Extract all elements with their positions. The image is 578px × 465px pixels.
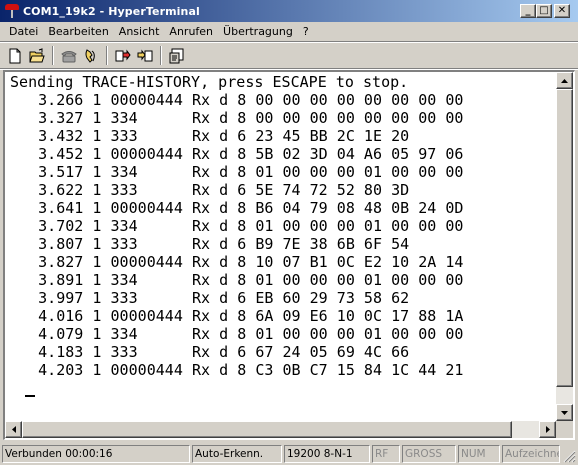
menu-ansicht[interactable]: Ansicht [113,24,164,40]
connect-button[interactable] [58,45,80,66]
terminal-line: 3.432 1 333 Rx d 6 23 45 BB 2C 1E 20 [20,127,410,145]
arrow-down-icon [561,410,568,415]
scroll-down-button[interactable] [556,404,573,421]
hyperterminal-app-icon[interactable] [4,3,20,19]
menu-bearbeiten[interactable]: Bearbeiten [42,24,112,40]
menu-help[interactable]: ? [297,24,313,40]
toolbar-separator [52,46,54,65]
status-num-lock: NUM [458,445,500,463]
scrollbar-corner [556,421,573,438]
new-document-icon [9,48,21,63]
receive-file-icon [137,49,153,61]
terminal-line: 4.203 1 00000444 Rx d 8 C3 0B C7 15 84 1… [20,361,464,379]
toolbar-separator [160,46,162,65]
menu-uebertragung[interactable]: Übertragung [217,24,297,40]
terminal-header-line: Sending TRACE-HISTORY, press ESCAPE to s… [10,73,409,91]
text-cursor [25,395,35,397]
window-title: COM1_19k2 - HyperTerminal [23,4,200,18]
terminal-line: 4.016 1 00000444 Rx d 8 6A 09 E6 10 0C 1… [20,307,464,325]
toolbar [0,43,578,69]
new-button[interactable] [4,45,26,66]
status-auto-detect: Auto-Erkenn. [192,445,282,463]
properties-icon [169,48,184,63]
terminal-line: 3.327 1 334 Rx d 8 00 00 00 00 00 00 00 … [20,109,464,127]
terminal-line: 3.997 1 333 Rx d 6 EB 60 29 73 58 62 [20,289,410,307]
terminal-line: 3.452 1 00000444 Rx d 8 5B 02 3D 04 A6 0… [20,145,464,163]
scroll-up-button[interactable] [556,72,573,89]
arrow-right-icon [545,426,550,433]
horizontal-scrollbar[interactable] [5,421,556,438]
status-capture: Aufzeichnen [502,445,560,463]
status-bar: Verbunden 00:00:16 Auto-Erkenn. 19200 8-… [0,443,578,465]
terminal-line: 3.266 1 00000444 Rx d 8 00 00 00 00 00 0… [20,91,464,109]
maximize-button[interactable]: □ [536,4,552,18]
scroll-right-button[interactable] [539,421,556,438]
send-file-button[interactable] [112,45,134,66]
resize-grip-icon[interactable] [562,449,576,463]
terminal-line: 4.079 1 334 Rx d 8 01 00 00 00 01 00 00 … [20,325,464,343]
terminal-line: 3.622 1 333 Rx d 6 5E 74 72 52 80 3D [20,181,410,199]
terminal-line: 3.702 1 334 Rx d 8 01 00 00 00 01 00 00 … [20,217,464,235]
connect-phone-icon [61,50,77,62]
toolbar-separator [106,46,108,65]
receive-file-button[interactable] [134,45,156,66]
send-file-icon [115,49,131,61]
status-scroll-lock: RF [372,445,400,463]
status-connection-time: Verbunden 00:00:16 [2,445,190,463]
title-bar[interactable]: COM1_19k2 - HyperTerminal _ □ ✕ [0,0,578,22]
vertical-scrollbar[interactable] [556,72,573,421]
menu-anrufen[interactable]: Anrufen [163,24,217,40]
disconnect-button[interactable] [80,45,102,66]
disconnect-phone-icon [85,48,95,63]
terminal-output[interactable]: Sending TRACE-HISTORY, press ESCAPE to s… [5,72,556,421]
close-button[interactable]: ✕ [554,4,570,18]
status-caps-lock: GROSS [402,445,456,463]
menu-datei[interactable]: Datei [0,24,42,40]
vertical-scroll-thumb[interactable] [556,89,573,387]
terminal-line: 3.827 1 00000444 Rx d 8 10 07 B1 0C E2 1… [20,253,464,271]
arrow-left-icon [11,426,16,433]
terminal-line: 3.641 1 00000444 Rx d 8 B6 04 79 08 48 0… [20,199,464,217]
terminal-line: 3.517 1 334 Rx d 8 01 00 00 00 01 00 00 … [20,163,464,181]
open-folder-icon [29,47,45,62]
terminal-frame: Sending TRACE-HISTORY, press ESCAPE to s… [3,70,575,440]
open-button[interactable] [26,45,48,66]
menu-bar: Datei Bearbeiten Ansicht Anrufen Übertra… [0,23,578,41]
status-port-settings: 19200 8-N-1 [284,445,370,463]
terminal-line: 3.807 1 333 Rx d 6 B9 7E 38 6B 6F 54 [20,235,410,253]
minimize-button[interactable]: _ [520,4,536,18]
arrow-up-icon [561,78,568,83]
terminal-line: 3.891 1 334 Rx d 8 01 00 00 00 01 00 00 … [20,271,464,289]
terminal-line: 4.183 1 333 Rx d 6 67 24 05 69 4C 66 [20,343,410,361]
scroll-left-button[interactable] [5,421,22,438]
properties-button[interactable] [166,45,188,66]
horizontal-scroll-thumb[interactable] [22,421,512,438]
